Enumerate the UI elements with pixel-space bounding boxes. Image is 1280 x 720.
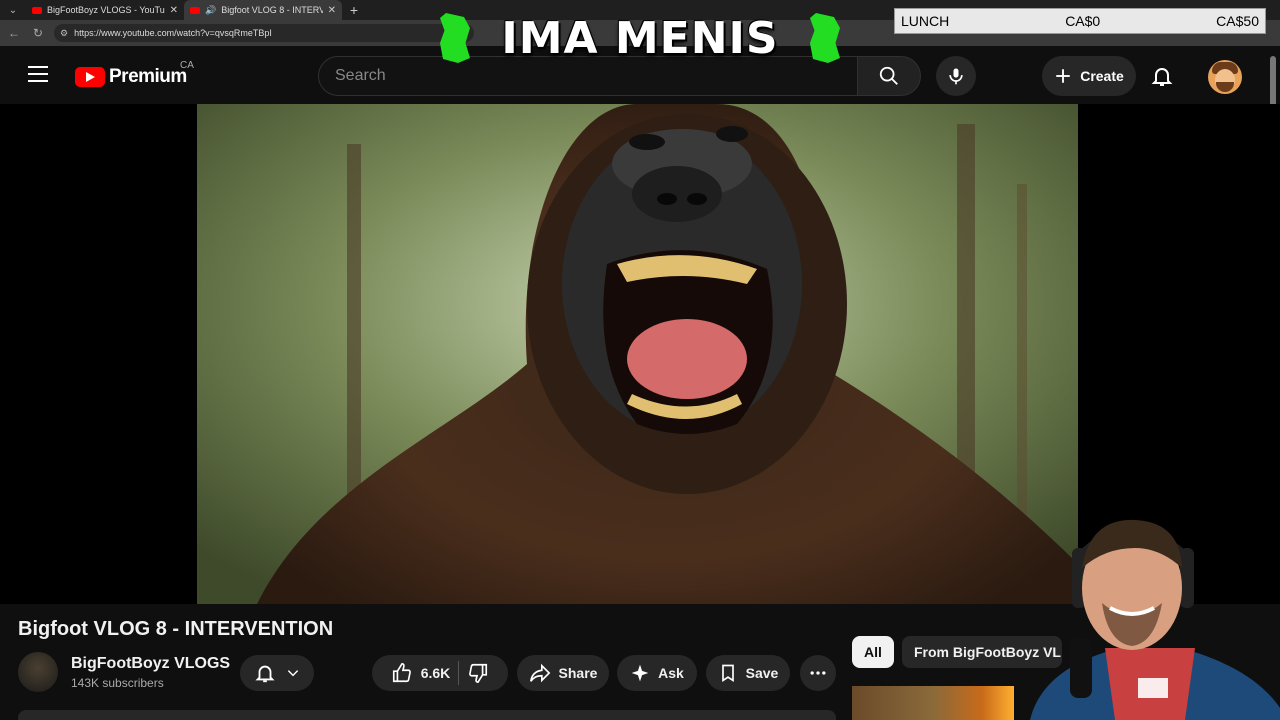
stream-title-text: IMA MENIS	[501, 12, 779, 64]
channel-avatar[interactable]	[18, 652, 58, 692]
create-button[interactable]: Create	[1042, 56, 1136, 96]
ask-button[interactable]: Ask	[617, 655, 697, 691]
bigfoot-video-image	[197, 104, 1078, 604]
save-label: Save	[745, 665, 779, 681]
video-title: Bigfoot VLOG 8 - INTERVENTION	[18, 618, 334, 640]
user-avatar[interactable]	[1208, 60, 1242, 94]
description-box[interactable]	[18, 710, 836, 720]
more-actions-button[interactable]	[800, 655, 836, 691]
close-tab-icon[interactable]: ✕	[170, 5, 178, 16]
search-icon	[879, 66, 898, 85]
youtube-play-icon	[75, 67, 105, 87]
country-code: CA	[180, 60, 194, 71]
browser-tab-video[interactable]: 🔊 Bigfoot VLOG 8 - INTERVENT ✕	[184, 0, 342, 20]
share-button[interactable]: Share	[517, 655, 609, 691]
channel-name[interactable]: BigFootBoyz VLOGS	[71, 655, 230, 673]
like-count[interactable]: 6.6K	[421, 665, 451, 681]
close-tab-icon[interactable]: ✕	[328, 5, 336, 16]
video-frame[interactable]	[197, 104, 1078, 604]
subscriber-count: 143K subscribers	[71, 676, 164, 690]
site-info-icon[interactable]: ⚙	[60, 28, 68, 39]
green-paint-decoration	[440, 13, 470, 63]
menu-icon[interactable]	[28, 66, 48, 82]
notifications-bell-icon[interactable]	[1150, 64, 1174, 88]
chip-all[interactable]: All	[852, 636, 894, 668]
tab-title: BigFootBoyz VLOGS - YouTube	[47, 5, 165, 15]
sparkle-icon	[631, 664, 649, 682]
new-tab-icon[interactable]: +	[342, 2, 366, 18]
youtube-favicon-icon	[190, 6, 200, 14]
lunch-current: CA$0	[1065, 13, 1101, 29]
microphone-icon	[949, 68, 963, 85]
share-label: Share	[558, 665, 598, 681]
youtube-favicon-icon	[32, 6, 42, 14]
like-divider	[458, 661, 460, 685]
browser-tab-channel[interactable]: BigFootBoyz VLOGS - YouTube ✕	[26, 0, 184, 20]
tab-list-chevron-icon[interactable]: ⌄	[0, 0, 26, 20]
voice-search-button[interactable]	[936, 56, 976, 96]
speaker-icon[interactable]: 🔊	[205, 5, 216, 16]
chevron-down-icon	[287, 670, 299, 677]
lunch-label: LUNCH	[901, 13, 950, 29]
like-icon[interactable]	[391, 662, 413, 684]
search-input[interactable]	[335, 67, 857, 85]
search-button[interactable]	[857, 56, 921, 96]
plus-icon	[1056, 69, 1070, 83]
dislike-icon[interactable]	[467, 662, 489, 684]
bell-icon	[255, 665, 275, 683]
like-dislike-group: 6.6K	[372, 655, 508, 691]
reload-icon[interactable]: ↻	[30, 26, 46, 40]
streamer-webcam-image	[1030, 519, 1280, 720]
youtube-premium-logo[interactable]: Premium CA	[75, 60, 194, 88]
logo-text: Premium	[109, 66, 187, 87]
subscription-bell-button[interactable]	[240, 655, 314, 691]
url-text: https://www.youtube.com/watch?v=qvsqRmeT…	[74, 28, 272, 38]
tab-title: Bigfoot VLOG 8 - INTERVENT	[221, 5, 323, 15]
create-label: Create	[1080, 68, 1124, 84]
ask-label: Ask	[658, 665, 684, 681]
share-icon	[529, 663, 550, 683]
related-video-thumbnail[interactable]	[852, 686, 1014, 720]
more-horizontal-icon	[810, 671, 826, 675]
green-paint-decoration	[809, 13, 840, 63]
lunch-goal: CA$50	[1216, 13, 1259, 29]
streamer-webcam-overlay	[1010, 508, 1280, 720]
url-field[interactable]: ⚙ https://www.youtube.com/watch?v=qvsqRm…	[54, 24, 474, 42]
stream-title-overlay: IMA MENIS	[440, 8, 840, 68]
back-icon[interactable]: ←	[6, 26, 22, 40]
bookmark-icon	[721, 664, 734, 683]
save-button[interactable]: Save	[706, 655, 790, 691]
lunch-goal-overlay: LUNCH CA$0 CA$50	[894, 8, 1266, 34]
